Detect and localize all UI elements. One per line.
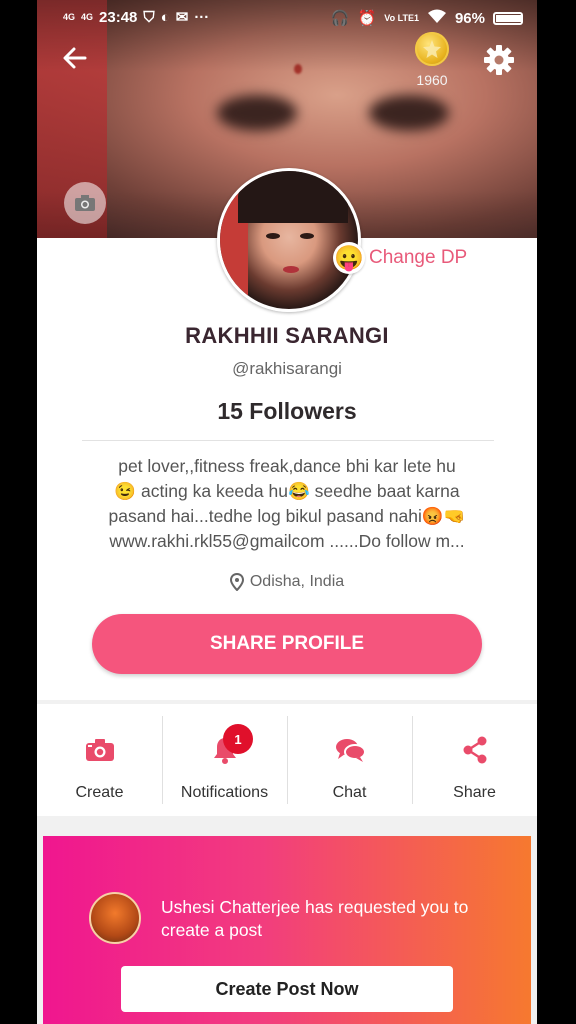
battery-percent: 96% bbox=[454, 9, 485, 27]
alarm-icon: ⏰ bbox=[357, 10, 377, 27]
coin-icon[interactable] bbox=[415, 32, 449, 66]
notification-badge: 1 bbox=[223, 724, 253, 754]
divider bbox=[82, 440, 494, 441]
change-dp-label: Change DP bbox=[369, 247, 468, 268]
notifications-label: Notifications bbox=[180, 784, 269, 801]
location-text: Odisha, India bbox=[249, 573, 345, 590]
tongue-emoji-icon: 😛 bbox=[333, 242, 365, 274]
wifi-icon bbox=[427, 8, 447, 28]
share-profile-button[interactable]: SHARE PROFILE bbox=[92, 614, 482, 674]
signal-icon: 4G bbox=[63, 11, 76, 22]
request-message: Ushesi Chatterjee has requested you to c… bbox=[161, 897, 469, 940]
bio-line: pet lover,,fitness freak,dance bhi kar l… bbox=[118, 456, 456, 476]
change-cover-camera-icon[interactable] bbox=[64, 182, 106, 224]
create-label: Create bbox=[75, 784, 124, 801]
profile-avatar[interactable] bbox=[217, 168, 361, 312]
action-bar: Create Notifications Chat Share bbox=[37, 704, 537, 816]
followers-count[interactable]: 15 Followers bbox=[37, 398, 537, 425]
volte-icon: Vo LTE1 bbox=[384, 13, 419, 23]
post-request-card: Ushesi Chatterjee has requested you to c… bbox=[43, 836, 531, 1024]
back-arrow-icon[interactable] bbox=[59, 44, 91, 76]
share-label: Share bbox=[453, 784, 496, 801]
bio-line: pasand hai...tedhe log bikul pasand nahi… bbox=[108, 506, 466, 526]
more-notifications: ··· bbox=[194, 8, 210, 26]
profile-bio: pet lover,,fitness freak,dance bhi kar l… bbox=[77, 454, 497, 554]
chat-icon bbox=[334, 734, 366, 766]
location-pin-icon bbox=[229, 573, 244, 591]
headphones-icon: 🎧 bbox=[330, 10, 350, 27]
settings-gear-icon[interactable] bbox=[481, 42, 517, 78]
battery-icon bbox=[493, 11, 523, 25]
app-icon: ◐ bbox=[160, 8, 170, 26]
status-bar: 4G 4G 23:48 ⛉ ◐ ✉ ··· 🎧 ⏰ Vo LTE1 96% bbox=[37, 0, 537, 34]
coin-count: 1960 bbox=[416, 72, 448, 88]
create-action[interactable]: Create bbox=[37, 704, 162, 816]
mail-icon: ✉ bbox=[175, 9, 189, 26]
create-post-now-button[interactable]: Create Post Now bbox=[121, 966, 453, 1012]
profile-name: RAKHHII SARANGI bbox=[185, 323, 389, 348]
chat-label: Chat bbox=[332, 784, 367, 801]
screen: 4G 4G 23:48 ⛉ ◐ ✉ ··· 🎧 ⏰ Vo LTE1 96% 19… bbox=[37, 0, 537, 1024]
share-icon bbox=[459, 734, 491, 766]
shield-icon: ⛉ bbox=[143, 8, 155, 26]
signal-icon-2: 4G bbox=[81, 11, 94, 22]
bio-line: www.rakhi.rkl55@gmailcom ......Do follow… bbox=[109, 531, 465, 551]
notifications-action[interactable]: Notifications bbox=[162, 704, 287, 816]
requester-avatar[interactable] bbox=[89, 892, 141, 944]
profile-location: Odisha, India bbox=[37, 573, 537, 591]
share-action[interactable]: Share bbox=[412, 704, 537, 816]
profile-handle: @rakhisarangi bbox=[232, 359, 342, 378]
camera-icon bbox=[84, 734, 116, 766]
clock: 23:48 bbox=[99, 8, 138, 26]
bio-line: 😉 acting ka keeda hu😂 seedhe baat karna bbox=[114, 481, 460, 501]
chat-action[interactable]: Chat bbox=[287, 704, 412, 816]
change-dp-button[interactable]: 😛 Change DP bbox=[333, 242, 467, 274]
